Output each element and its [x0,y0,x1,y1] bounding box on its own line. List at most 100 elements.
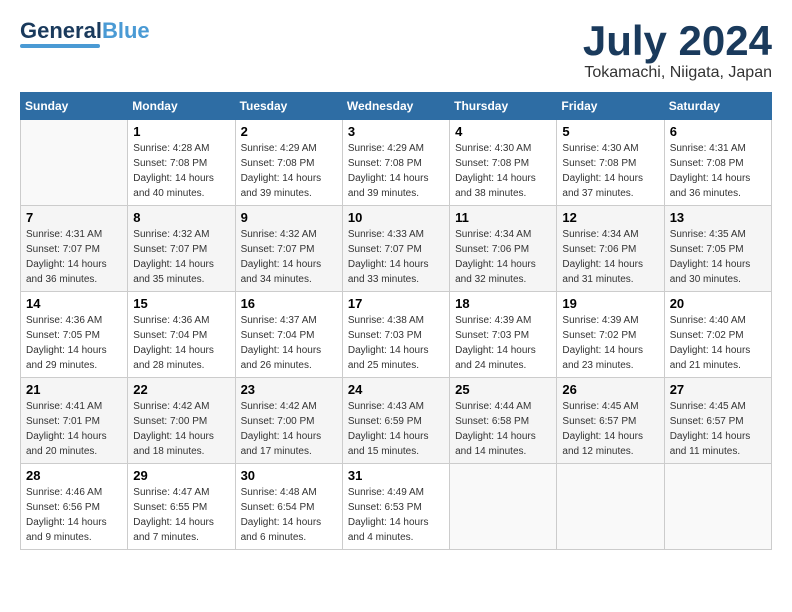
day-info: Sunrise: 4:40 AM Sunset: 7:02 PM Dayligh… [670,313,766,373]
calendar-cell: 8 Sunrise: 4:32 AM Sunset: 7:07 PM Daylig… [128,206,235,292]
calendar-cell: 27 Sunrise: 4:45 AM Sunset: 6:57 PM Dayli… [664,378,771,464]
day-number: 31 [348,468,444,483]
calendar-cell: 22Sunrise: 4:42 AM Sunset: 7:00 PM Dayli… [128,378,235,464]
week-row-5: 28 Sunrise: 4:46 AM Sunset: 6:56 PM Dayli… [21,464,772,550]
day-number: 2 [241,124,337,139]
weekday-header-thursday: Thursday [450,93,557,120]
calendar-cell: 25Sunrise: 4:44 AM Sunset: 6:58 PM Dayli… [450,378,557,464]
day-number: 28 [26,468,122,483]
day-info: Sunrise: 4:46 AM Sunset: 6:56 PM Dayligh… [26,485,122,545]
calendar-cell: 5 Sunrise: 4:30 AM Sunset: 7:08 PM Daylig… [557,120,664,206]
calendar-cell: 24 Sunrise: 4:43 AM Sunset: 6:59 PM Dayli… [342,378,449,464]
day-info: Sunrise: 4:38 AM Sunset: 7:03 PM Dayligh… [348,313,444,373]
weekday-header-wednesday: Wednesday [342,93,449,120]
calendar-cell: 30 Sunrise: 4:48 AM Sunset: 6:54 PM Dayli… [235,464,342,550]
day-info: Sunrise: 4:42 AM Sunset: 7:00 PM Dayligh… [133,399,229,459]
day-number: 10 [348,210,444,225]
day-info: Sunrise: 4:49 AM Sunset: 6:53 PM Dayligh… [348,485,444,545]
day-info: Sunrise: 4:32 AM Sunset: 7:07 PM Dayligh… [241,227,337,287]
calendar-cell: 20 Sunrise: 4:40 AM Sunset: 7:02 PM Dayli… [664,292,771,378]
calendar-cell: 10 Sunrise: 4:33 AM Sunset: 7:07 PM Dayli… [342,206,449,292]
day-info: Sunrise: 4:39 AM Sunset: 7:02 PM Dayligh… [562,313,658,373]
day-info: Sunrise: 4:30 AM Sunset: 7:08 PM Dayligh… [562,141,658,201]
day-info: Sunrise: 4:31 AM Sunset: 7:08 PM Dayligh… [670,141,766,201]
day-number: 5 [562,124,658,139]
day-info: Sunrise: 4:45 AM Sunset: 6:57 PM Dayligh… [562,399,658,459]
calendar-cell: 18 Sunrise: 4:39 AM Sunset: 7:03 PM Dayli… [450,292,557,378]
day-number: 27 [670,382,766,397]
day-info: Sunrise: 4:36 AM Sunset: 7:05 PM Dayligh… [26,313,122,373]
day-number: 16 [241,296,337,311]
day-info: Sunrise: 4:39 AM Sunset: 7:03 PM Dayligh… [455,313,551,373]
calendar-cell: 19 Sunrise: 4:39 AM Sunset: 7:02 PM Dayli… [557,292,664,378]
weekday-header-saturday: Saturday [664,93,771,120]
day-number: 9 [241,210,337,225]
calendar-cell [21,120,128,206]
day-number: 18 [455,296,551,311]
weekday-header-tuesday: Tuesday [235,93,342,120]
day-info: Sunrise: 4:48 AM Sunset: 6:54 PM Dayligh… [241,485,337,545]
day-number: 8 [133,210,229,225]
day-info: Sunrise: 4:28 AM Sunset: 7:08 PM Dayligh… [133,141,229,201]
day-number: 21 [26,382,122,397]
day-info: Sunrise: 4:41 AM Sunset: 7:01 PM Dayligh… [26,399,122,459]
day-number: 3 [348,124,444,139]
day-info: Sunrise: 4:34 AM Sunset: 7:06 PM Dayligh… [455,227,551,287]
calendar-cell: 21 Sunrise: 4:41 AM Sunset: 7:01 PM Dayli… [21,378,128,464]
day-info: Sunrise: 4:33 AM Sunset: 7:07 PM Dayligh… [348,227,444,287]
day-info: Sunrise: 4:42 AM Sunset: 7:00 PM Dayligh… [241,399,337,459]
day-info: Sunrise: 4:32 AM Sunset: 7:07 PM Dayligh… [133,227,229,287]
calendar-cell: 13 Sunrise: 4:35 AM Sunset: 7:05 PM Dayli… [664,206,771,292]
weekday-header-monday: Monday [128,93,235,120]
day-number: 7 [26,210,122,225]
day-number: 15 [133,296,229,311]
day-info: Sunrise: 4:29 AM Sunset: 7:08 PM Dayligh… [348,141,444,201]
calendar-cell: 2 Sunrise: 4:29 AM Sunset: 7:08 PM Daylig… [235,120,342,206]
calendar-cell [450,464,557,550]
day-info: Sunrise: 4:35 AM Sunset: 7:05 PM Dayligh… [670,227,766,287]
day-info: Sunrise: 4:43 AM Sunset: 6:59 PM Dayligh… [348,399,444,459]
calendar-cell [664,464,771,550]
calendar-cell: 1 Sunrise: 4:28 AM Sunset: 7:08 PM Daylig… [128,120,235,206]
day-number: 13 [670,210,766,225]
calendar-cell: 6 Sunrise: 4:31 AM Sunset: 7:08 PM Daylig… [664,120,771,206]
day-number: 4 [455,124,551,139]
day-number: 30 [241,468,337,483]
day-info: Sunrise: 4:44 AM Sunset: 6:58 PM Dayligh… [455,399,551,459]
calendar-cell: 16 Sunrise: 4:37 AM Sunset: 7:04 PM Dayli… [235,292,342,378]
day-info: Sunrise: 4:47 AM Sunset: 6:55 PM Dayligh… [133,485,229,545]
calendar-cell: 23 Sunrise: 4:42 AM Sunset: 7:00 PM Dayli… [235,378,342,464]
calendar: SundayMondayTuesdayWednesdayThursdayFrid… [20,92,772,550]
calendar-cell: 26 Sunrise: 4:45 AM Sunset: 6:57 PM Dayli… [557,378,664,464]
week-row-1: 1 Sunrise: 4:28 AM Sunset: 7:08 PM Daylig… [21,120,772,206]
day-number: 20 [670,296,766,311]
logo-text: GeneralBlue [20,20,150,42]
day-info: Sunrise: 4:29 AM Sunset: 7:08 PM Dayligh… [241,141,337,201]
calendar-cell: 4Sunrise: 4:30 AM Sunset: 7:08 PM Daylig… [450,120,557,206]
day-number: 6 [670,124,766,139]
weekday-header-sunday: Sunday [21,93,128,120]
day-number: 29 [133,468,229,483]
calendar-cell: 28 Sunrise: 4:46 AM Sunset: 6:56 PM Dayli… [21,464,128,550]
day-number: 1 [133,124,229,139]
logo: GeneralBlue [20,20,150,48]
week-row-4: 21 Sunrise: 4:41 AM Sunset: 7:01 PM Dayli… [21,378,772,464]
calendar-cell: 3 Sunrise: 4:29 AM Sunset: 7:08 PM Daylig… [342,120,449,206]
calendar-cell: 12Sunrise: 4:34 AM Sunset: 7:06 PM Dayli… [557,206,664,292]
day-number: 12 [562,210,658,225]
day-number: 17 [348,296,444,311]
day-info: Sunrise: 4:45 AM Sunset: 6:57 PM Dayligh… [670,399,766,459]
calendar-cell: 17 Sunrise: 4:38 AM Sunset: 7:03 PM Dayli… [342,292,449,378]
day-number: 11 [455,210,551,225]
calendar-cell: 7Sunrise: 4:31 AM Sunset: 7:07 PM Daylig… [21,206,128,292]
day-number: 26 [562,382,658,397]
day-number: 14 [26,296,122,311]
day-number: 19 [562,296,658,311]
logo-bar [20,44,100,48]
day-number: 24 [348,382,444,397]
day-info: Sunrise: 4:37 AM Sunset: 7:04 PM Dayligh… [241,313,337,373]
calendar-cell: 14 Sunrise: 4:36 AM Sunset: 7:05 PM Dayli… [21,292,128,378]
calendar-cell: 11 Sunrise: 4:34 AM Sunset: 7:06 PM Dayli… [450,206,557,292]
weekday-header-friday: Friday [557,93,664,120]
day-number: 23 [241,382,337,397]
